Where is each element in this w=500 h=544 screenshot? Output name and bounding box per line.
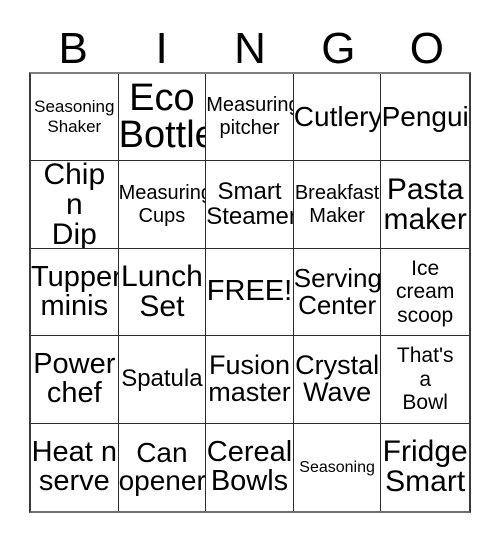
bingo-cell[interactable]: Heat n serve	[31, 423, 119, 511]
bingo-header-letter-n: N	[234, 24, 266, 73]
bingo-cell-label: Breakfast Maker	[294, 181, 380, 227]
bingo-cell-label: Can opener	[118, 437, 206, 497]
bingo-cell[interactable]: Can opener	[118, 423, 207, 511]
bingo-grid: Seasoning Shaker Eco Bottle Measuring pitc…	[29, 72, 471, 513]
bingo-cell-label: Fridge Smart	[382, 435, 468, 499]
bingo-cell-label: Ice cream scoop	[396, 256, 455, 327]
bingo-header-letter-i: I	[155, 24, 168, 73]
bingo-cell[interactable]: Crystal Wave	[293, 336, 382, 424]
bingo-cell-label: Lunch Set	[121, 259, 203, 323]
bingo-cell[interactable]: Eco Bottle	[118, 74, 207, 162]
bingo-header-letter-g: G	[321, 24, 356, 73]
bingo-cell[interactable]: Cereal Bowls	[206, 423, 294, 511]
bingo-cell[interactable]: Fridge Smart	[381, 423, 469, 511]
bingo-free-space[interactable]: FREE!	[206, 248, 294, 337]
bingo-cell-label: Power chef	[33, 348, 116, 410]
bingo-cell-label: Tupper minis	[31, 260, 119, 322]
bingo-cell-label: Eco Bottle	[118, 76, 207, 157]
bingo-cell[interactable]: Seasoning	[293, 423, 382, 511]
bingo-cell[interactable]: Serving Center	[293, 248, 382, 337]
bingo-header-row: B I N G O	[29, 18, 471, 72]
bingo-cell-label: Seasoning Shaker	[34, 97, 115, 137]
bingo-cell-label: Measuring Cups	[118, 181, 207, 227]
bingo-cell[interactable]: Spatula	[118, 336, 207, 424]
bingo-cell-label: Pasta maker	[383, 172, 467, 236]
bingo-cell-label: Spatula	[121, 364, 203, 392]
bingo-cell-label: Cutlery	[293, 101, 382, 133]
bingo-cell-label: That's a Bowl	[396, 344, 454, 415]
bingo-cell-label: Crystal Wave	[295, 350, 380, 408]
bingo-cell-label: Fusion master	[208, 350, 291, 408]
bingo-header-letter-b: B	[58, 24, 88, 73]
bingo-cell[interactable]: Cutlery	[293, 74, 382, 162]
bingo-cell-label: Heat n serve	[31, 436, 118, 498]
bingo-cell[interactable]: That's a Bowl	[381, 336, 469, 424]
bingo-cell[interactable]: Chip n Dip	[31, 161, 119, 249]
bingo-cell[interactable]: Pasta maker	[381, 161, 469, 249]
bingo-cell[interactable]: Breakfast Maker	[293, 161, 382, 249]
bingo-cell-label: Measuring pitcher	[206, 94, 294, 140]
bingo-header-letter-o: O	[409, 24, 444, 73]
bingo-cell[interactable]: Power chef	[31, 336, 119, 424]
bingo-cell[interactable]: Fusion master	[206, 336, 294, 424]
bingo-cell[interactable]: Seasoning Shaker	[31, 74, 119, 162]
bingo-cell-label: Seasoning	[299, 458, 375, 476]
bingo-cell[interactable]: Measuring Cups	[118, 161, 207, 249]
bingo-cell[interactable]: Tupper minis	[31, 248, 119, 337]
bingo-cell-label: Smart Steamer	[206, 177, 294, 230]
bingo-cell-label: Chip n Dip	[43, 161, 106, 249]
bingo-cell-label: Cereal Bowls	[206, 436, 293, 498]
bingo-cell-label: Pengui	[381, 101, 469, 133]
bingo-card: B I N G O Seasoning Shaker Eco Bottle Meas…	[0, 0, 500, 544]
bingo-cell-label: Serving Center	[293, 263, 382, 320]
bingo-cell[interactable]: Smart Steamer	[206, 161, 294, 249]
bingo-cell[interactable]: Pengui	[381, 74, 469, 162]
bingo-cell-label: FREE!	[206, 275, 293, 308]
bingo-cell[interactable]: Measuring pitcher	[206, 74, 294, 162]
bingo-cell[interactable]: Ice cream scoop	[381, 248, 469, 337]
bingo-cell[interactable]: Lunch Set	[118, 248, 207, 337]
